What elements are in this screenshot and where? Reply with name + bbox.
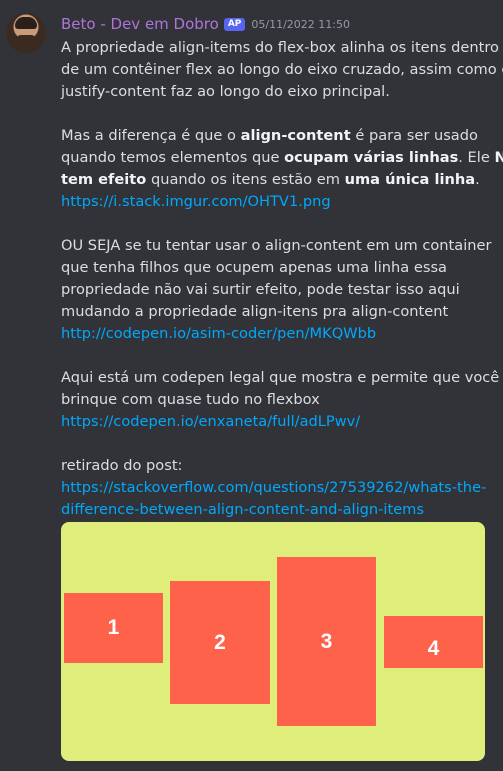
message-timestamp: 05/11/2022 11:50 xyxy=(251,17,350,31)
text-line: A propriedade align-items do flex-box al… xyxy=(61,39,499,56)
bold-text: uma única linha xyxy=(344,171,476,188)
text-line: http://codepen.io/asim-coder/pen/MKQWbb xyxy=(61,323,497,345)
text-span: é para ser usado xyxy=(350,127,478,144)
stackoverflow-link[interactable]: https://stackoverflow.com/questions/2753… xyxy=(61,479,486,496)
codepen-link-1[interactable]: http://codepen.io/asim-coder/pen/MKQWbb xyxy=(61,325,376,342)
chat-message: Beto - Dev em Dobro AP 05/11/2022 11:50 … xyxy=(0,0,503,771)
stackoverflow-link[interactable]: difference-between-align-content-and-ali… xyxy=(61,501,424,518)
flex-item-1: 1 xyxy=(64,593,163,663)
text-line: https://codepen.io/enxaneta/full/adLPwv/ xyxy=(61,411,497,433)
text-line: propriedade não vai surtir efeito, pode … xyxy=(61,281,460,298)
text-line: https://stackoverflow.com/questions/2753… xyxy=(61,477,497,499)
text-span: . xyxy=(475,171,480,188)
text-line: de um contêiner flex ao longo do eixo cr… xyxy=(61,61,503,78)
text-line: difference-between-align-content-and-ali… xyxy=(61,499,497,521)
flex-item-3: 3 xyxy=(277,557,376,726)
bold-text: align-content xyxy=(240,127,351,144)
avatar-beard xyxy=(17,35,35,51)
text-line: Mas a diferença é que o align-content é … xyxy=(61,125,497,147)
author-username[interactable]: Beto - Dev em Dobro xyxy=(61,15,219,33)
bold-text: Não xyxy=(494,149,503,166)
user-avatar[interactable] xyxy=(6,13,46,53)
image-link[interactable]: https://i.stack.imgur.com/OHTV1.png xyxy=(61,193,331,210)
author-badge[interactable]: AP xyxy=(223,17,246,31)
text-line: justify-content faz ao longo do eixo pri… xyxy=(61,83,390,100)
avatar-hair xyxy=(15,17,37,29)
flex-item-2: 2 xyxy=(170,581,270,704)
text-line: https://i.stack.imgur.com/OHTV1.png xyxy=(61,191,497,213)
text-line: quando temos elementos que ocupam várias… xyxy=(61,147,503,169)
text-line: brinque com quase tudo no flexbox xyxy=(61,391,320,408)
text-span: quando os itens estão em xyxy=(146,171,345,188)
image-embed[interactable]: 1 2 3 4 xyxy=(61,522,485,761)
text-line: Aqui está um codepen legal que mostra e … xyxy=(61,369,500,386)
codepen-link-2[interactable]: https://codepen.io/enxaneta/full/adLPwv/ xyxy=(61,413,360,430)
text-line: que tenha filhos que ocupem apenas uma l… xyxy=(61,259,447,276)
flex-item-4: 4 xyxy=(384,616,483,668)
text-span: quando temos elementos que xyxy=(61,149,285,166)
text-line: OU SEJA se tu tentar usar o align-conten… xyxy=(61,237,492,254)
text-line: tem efeito quando os itens estão em uma … xyxy=(61,169,497,191)
message-header: Beto - Dev em Dobro AP 05/11/2022 11:50 xyxy=(61,15,350,33)
text-line: retirado do post: xyxy=(61,457,183,474)
text-span: . Ele xyxy=(458,149,495,166)
text-span: Mas a diferença é que o xyxy=(61,127,241,144)
bold-text: tem efeito xyxy=(61,171,147,188)
bold-text: ocupam várias linhas xyxy=(284,149,459,166)
text-line: mudando a propriedade align-itens pra al… xyxy=(61,303,449,320)
message-content: A propriedade align-items do flex-box al… xyxy=(61,37,503,521)
